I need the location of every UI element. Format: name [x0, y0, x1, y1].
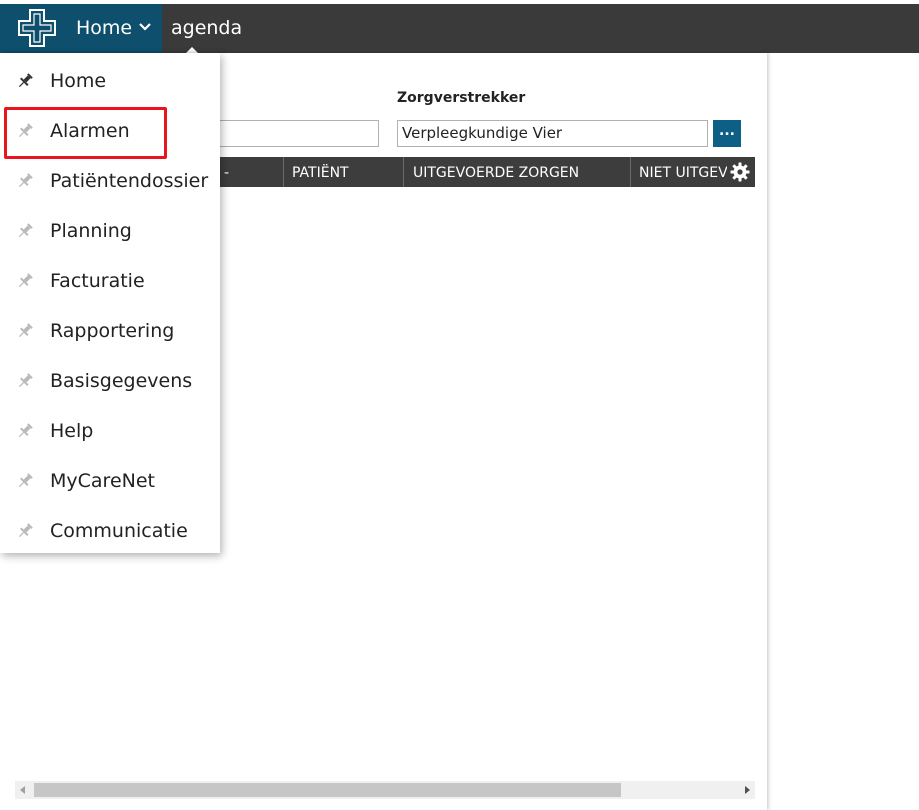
column-header-niet-uitgevoerd[interactable]: NIET UITGEV: [639, 157, 727, 187]
pin-icon[interactable]: [15, 521, 35, 541]
menu-item-label: Communicatie: [50, 520, 188, 542]
menu-item-label: Rapportering: [50, 320, 175, 342]
menu-item-label: Help: [50, 420, 94, 442]
menu-item-home[interactable]: Home: [0, 55, 220, 105]
menu-item-facturatie[interactable]: Facturatie: [0, 255, 220, 305]
breadcrumb-current-section: agenda: [171, 17, 243, 39]
column-header-time[interactable]: -: [224, 157, 274, 187]
menu-item-basisgegevens[interactable]: Basisgegevens: [0, 355, 220, 405]
scroll-right-arrow-icon[interactable]: [745, 786, 750, 794]
gear-icon[interactable]: [730, 162, 750, 182]
date-input[interactable]: [214, 120, 379, 147]
menu-item-label: Facturatie: [50, 270, 145, 292]
menu-item-planning[interactable]: Planning: [0, 205, 220, 255]
pin-icon[interactable]: [15, 221, 35, 241]
menu-item-help[interactable]: Help: [0, 405, 220, 455]
pin-icon[interactable]: [15, 371, 35, 391]
menu-item-mycarenet[interactable]: MyCareNet: [0, 455, 220, 505]
column-separator: [283, 157, 284, 187]
menu-item-rapportering[interactable]: Rapportering: [0, 305, 220, 355]
pin-icon[interactable]: [15, 421, 35, 441]
column-header-uitgevoerde-zorgen[interactable]: UITGEVOERDE ZORGEN: [413, 157, 628, 187]
scroll-left-arrow-icon[interactable]: [20, 786, 25, 794]
zorgverstrekker-input[interactable]: Verpleegkundige Vier: [397, 120, 708, 147]
app-logo-cross-icon: [18, 9, 56, 47]
highlight-box-alarmen: [4, 107, 167, 159]
grid-header: - PATIËNT UITGEVOERDE ZORGEN NIET UITGEV: [210, 157, 755, 187]
pin-icon[interactable]: [15, 71, 35, 91]
scrollbar-thumb[interactable]: [34, 783, 621, 797]
menu-item-label: Basisgegevens: [50, 370, 193, 392]
menu-item-label: Home: [50, 70, 107, 92]
menu-item-label: Planning: [50, 220, 132, 242]
menu-item-patientendossier[interactable]: Patiëntendossier: [0, 155, 220, 205]
column-header-patient[interactable]: PATIËNT: [292, 157, 402, 187]
menu-item-communicatie[interactable]: Communicatie: [0, 505, 220, 555]
pin-icon[interactable]: [15, 321, 35, 341]
top-navigation-bar: Home agenda: [0, 4, 919, 54]
menu-item-label: Patiëntendossier: [50, 170, 209, 192]
pin-icon[interactable]: [15, 471, 35, 491]
zorgverstrekker-picker-button[interactable]: ...: [713, 120, 741, 147]
zorgverstrekker-label: Zorgverstrekker: [397, 90, 526, 106]
pin-icon[interactable]: [15, 171, 35, 191]
menu-item-label: MyCareNet: [50, 470, 155, 492]
home-menu-toggle[interactable]: Home: [0, 4, 162, 53]
horizontal-scrollbar[interactable]: [15, 781, 755, 799]
chevron-down-icon: [139, 23, 151, 31]
pin-icon[interactable]: [15, 271, 35, 291]
home-menu-label: Home: [76, 17, 133, 39]
column-separator: [630, 157, 631, 187]
column-separator: [403, 157, 404, 187]
